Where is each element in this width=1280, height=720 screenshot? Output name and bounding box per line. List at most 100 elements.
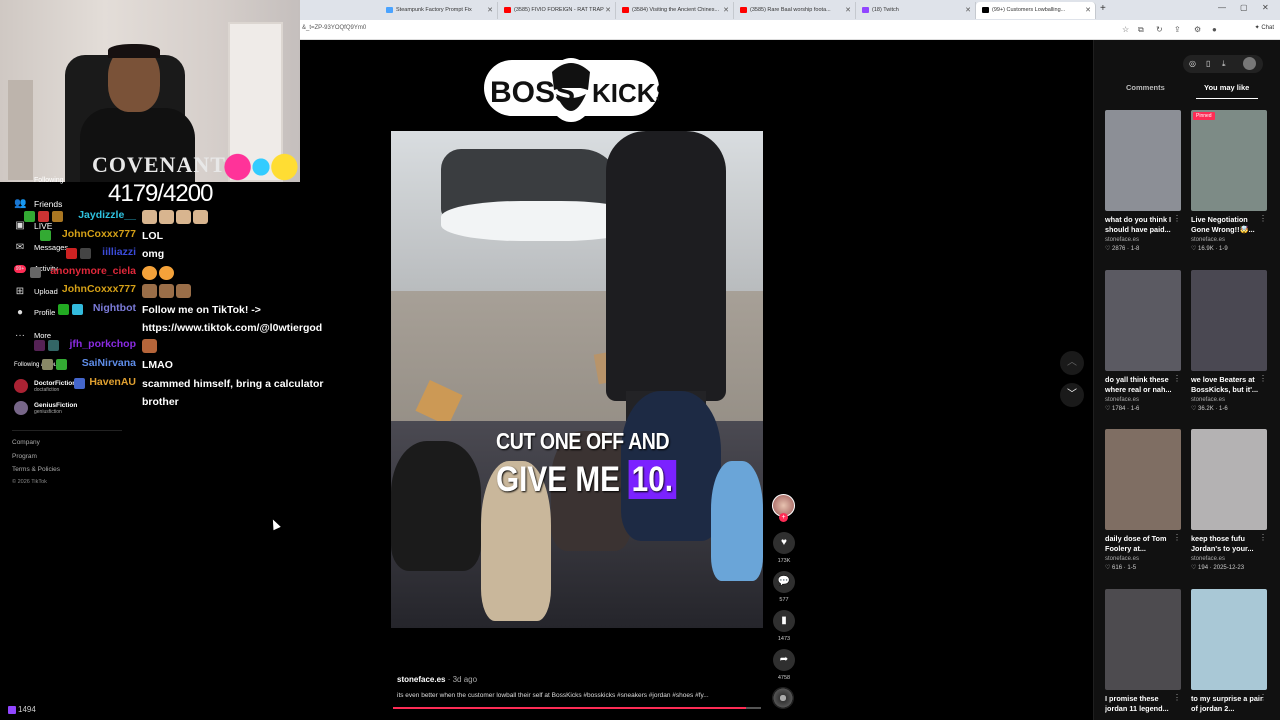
video-description[interactable]: its even better when the customer lowbal… xyxy=(397,692,762,699)
more-options-icon[interactable]: ⋮ xyxy=(1173,374,1181,383)
close-icon[interactable]: ✕ xyxy=(1085,2,1091,19)
video-card-author[interactable]: stoneface.es xyxy=(1105,556,1181,562)
chat-message: iilliazzi omg xyxy=(0,246,340,264)
chat-username[interactable]: iilliazzi xyxy=(102,246,136,258)
chat-username[interactable]: JohnCoxxx777 xyxy=(62,228,136,240)
video-card-title[interactable]: keep those fufu Jordan's to your... xyxy=(1191,534,1267,554)
nav-following[interactable]: Following xyxy=(34,177,64,184)
video-progress-bar[interactable] xyxy=(393,707,761,709)
browser-tab-active[interactable]: (99+) Customers Lowballing... ✕ xyxy=(976,2,1096,19)
video-card-title[interactable]: we love Beaters at BossKicks, but it'... xyxy=(1191,375,1267,395)
save-button[interactable]: ▮ 1473 xyxy=(772,610,796,642)
video-card[interactable]: what do you think I should have paid... s… xyxy=(1105,110,1181,252)
video-card[interactable]: daily dose of Tom Foolery at... stoneface… xyxy=(1105,429,1181,571)
tab-you-may-like[interactable]: You may like xyxy=(1204,83,1249,92)
like-button[interactable]: ♥ 173K xyxy=(772,532,796,564)
url-field[interactable]: &_t=ZP-93YOQfQ9Ym0 xyxy=(302,25,366,31)
video-thumbnail[interactable] xyxy=(1191,270,1267,371)
browser-tab[interactable]: (3584) Visiting the Ancient Chines... ✕ xyxy=(616,2,734,19)
video-card-title[interactable]: daily dose of Tom Foolery at... xyxy=(1105,534,1181,554)
next-video-button[interactable]: ﹀ xyxy=(1060,383,1084,407)
video-card[interactable]: to my surprise a pair of jordan 2... ⋮ xyxy=(1191,589,1267,714)
video-player[interactable] xyxy=(391,131,763,628)
bookmark-icon[interactable]: ☆ xyxy=(1122,25,1129,34)
tab-comments[interactable]: Comments xyxy=(1126,83,1165,92)
chat-username[interactable]: JohnCoxxx777 xyxy=(62,283,136,295)
chat-username[interactable]: Jaydizzle__ xyxy=(78,209,136,221)
chat-username[interactable]: HavenAU xyxy=(89,376,136,388)
close-icon[interactable]: ✕ xyxy=(487,2,493,19)
compass-icon[interactable]: ◎ xyxy=(1189,59,1196,68)
chat-username[interactable]: anonymore_ciela xyxy=(50,265,136,277)
comment-button[interactable]: 💬 577 xyxy=(772,571,796,603)
previous-video-button[interactable]: ︿ xyxy=(1060,351,1084,375)
video-card-author[interactable]: stoneface.es xyxy=(1105,397,1181,403)
more-options-icon[interactable]: ⋮ xyxy=(1259,533,1267,542)
more-options-icon[interactable]: ⋮ xyxy=(1259,214,1267,223)
nav-friends[interactable]: 👥 Friends xyxy=(14,198,62,209)
video-card[interactable]: I promise these jordan 11 legend... ⋮ xyxy=(1105,589,1181,714)
share-button[interactable]: ➦ 4758 xyxy=(772,649,796,681)
follow-plus-icon[interactable]: + xyxy=(779,513,788,522)
video-card-author[interactable]: stoneface.es xyxy=(1191,556,1267,562)
video-thumbnail[interactable] xyxy=(1105,589,1181,690)
tab-label: Steampunk Factory Prompt Fix xyxy=(396,7,472,13)
video-thumbnail[interactable] xyxy=(1105,270,1181,371)
video-card-title[interactable]: I promise these jordan 11 legend... xyxy=(1105,694,1181,714)
video-card-title[interactable]: do yall think these where real or nah... xyxy=(1105,375,1181,395)
minimize-icon[interactable]: — xyxy=(1218,3,1226,12)
browser-tab[interactable]: (3585) FIVIO FOREIGN - RAT TRAP ✕ xyxy=(498,2,616,19)
close-window-icon[interactable]: ✕ xyxy=(1262,3,1269,12)
video-thumbnail[interactable] xyxy=(1191,429,1267,530)
video-thumbnail[interactable] xyxy=(1105,110,1181,211)
video-card[interactable]: do yall think these where real or nah...… xyxy=(1105,270,1181,412)
video-card-author[interactable]: stoneface.es xyxy=(1191,397,1267,403)
video-card-author[interactable]: stoneface.es xyxy=(1191,237,1267,243)
author-name[interactable]: stoneface.es xyxy=(397,675,445,684)
footer-link-program[interactable]: Program xyxy=(12,453,37,460)
chat-username[interactable]: jfh_porkchop xyxy=(69,338,136,350)
footer-link-company[interactable]: Company xyxy=(12,439,40,446)
video-card-title[interactable]: to my surprise a pair of jordan 2... xyxy=(1191,694,1267,714)
video-card[interactable]: we love Beaters at BossKicks, but it'...… xyxy=(1191,270,1267,412)
chat-username[interactable]: SaiNirvana xyxy=(82,357,136,369)
video-card-title[interactable]: what do you think I should have paid... xyxy=(1105,215,1181,235)
phone-icon[interactable]: ▯ xyxy=(1206,59,1210,68)
close-icon[interactable]: ✕ xyxy=(723,2,729,19)
footer-link-terms[interactable]: Terms & Policies xyxy=(12,466,60,473)
close-icon[interactable]: ✕ xyxy=(845,2,851,19)
user-avatar-icon[interactable] xyxy=(1243,57,1256,70)
more-options-icon[interactable]: ⋮ xyxy=(1259,693,1267,702)
chat-button[interactable]: ✦ Chat xyxy=(1255,24,1274,31)
video-author[interactable]: stoneface.es · 3d ago xyxy=(397,675,477,684)
video-card-title[interactable]: Live Negotiation Gone Wrong!!🤯... xyxy=(1191,215,1267,235)
browser-tab[interactable]: (3585) Rare Baal worship foota... ✕ xyxy=(734,2,856,19)
video-thumbnail[interactable] xyxy=(1105,429,1181,530)
extension-icon[interactable]: ⧉ xyxy=(1138,25,1144,35)
more-options-icon[interactable]: ⋮ xyxy=(1173,693,1181,702)
settings-icon[interactable]: ⚙ xyxy=(1194,25,1201,34)
maximize-icon[interactable]: ▢ xyxy=(1240,3,1248,12)
close-icon[interactable]: ✕ xyxy=(965,2,971,19)
share-icon[interactable]: ⇪ xyxy=(1174,25,1181,34)
divider xyxy=(12,430,122,431)
profile-icon[interactable]: ● xyxy=(1212,25,1217,34)
download-icon[interactable]: ⤓ xyxy=(1222,59,1226,69)
bookmark-icon: ▮ xyxy=(773,610,795,632)
video-card[interactable]: keep those fufu Jordan's to your... stone… xyxy=(1191,429,1267,571)
video-thumbnail[interactable] xyxy=(1191,589,1267,690)
video-card[interactable]: Pinned Live Negotiation Gone Wrong!!🤯... s… xyxy=(1191,110,1267,252)
new-tab-button[interactable]: + xyxy=(1100,3,1106,14)
refresh-icon[interactable]: ↻ xyxy=(1156,25,1163,34)
video-thumbnail[interactable]: Pinned xyxy=(1191,110,1267,211)
video-card-author[interactable]: stoneface.es xyxy=(1105,237,1181,243)
music-disc-icon[interactable] xyxy=(772,687,794,709)
browser-tab[interactable]: Steampunk Factory Prompt Fix ✕ xyxy=(380,2,498,19)
chat-username[interactable]: Nightbot xyxy=(93,302,136,314)
more-options-icon[interactable]: ⋮ xyxy=(1173,533,1181,542)
close-icon[interactable]: ✕ xyxy=(605,2,611,19)
browser-tab[interactable]: (18) Twitch ✕ xyxy=(856,2,976,19)
more-options-icon[interactable]: ⋮ xyxy=(1259,374,1267,383)
chat-text: LOL xyxy=(142,230,163,242)
more-options-icon[interactable]: ⋮ xyxy=(1173,214,1181,223)
